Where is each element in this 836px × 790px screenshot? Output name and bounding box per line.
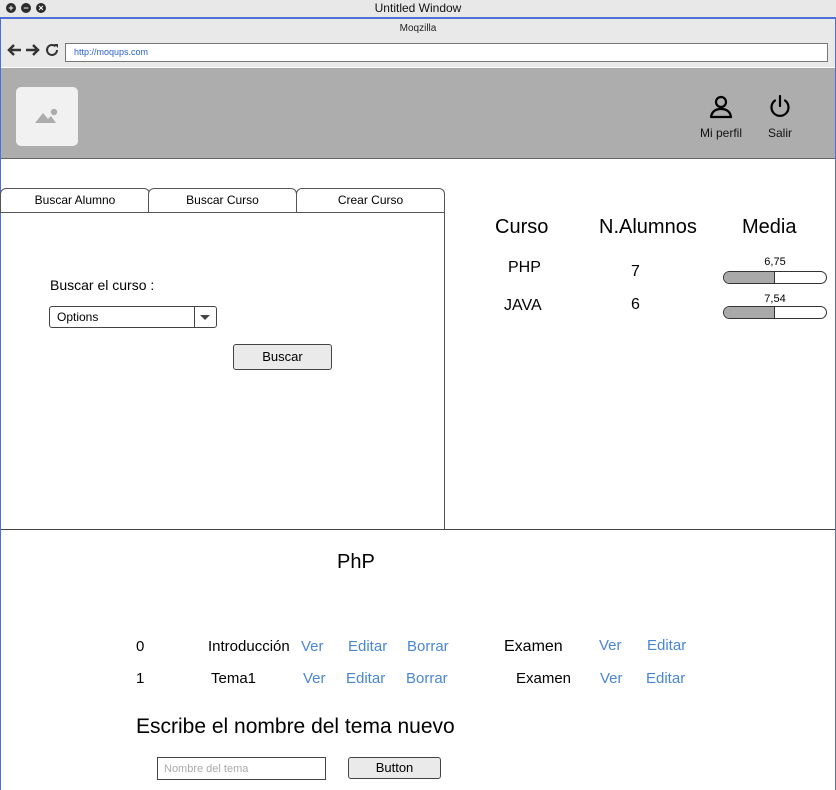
profile-label: Mi perfil [699,126,742,140]
topic-view-link[interactable]: Ver [303,670,326,687]
topic-name: Tema1 [211,670,257,687]
exam-view-link[interactable]: Ver [599,637,622,654]
exam-edit-link[interactable]: Editar [647,637,686,654]
topic-delete-link[interactable]: Borrar [406,670,448,687]
average-value-java: 7,54 [764,293,786,305]
select-dropdown-button[interactable] [194,307,216,327]
logout-button[interactable]: Salir [750,94,810,140]
logo-image-placeholder [16,87,78,146]
tab-crear-curso[interactable]: Crear Curso [296,188,445,212]
exam-edit-link[interactable]: Editar [646,670,685,687]
new-topic-heading: Escribe el nombre del tema nuevo [136,715,455,738]
tab-buscar-curso[interactable]: Buscar Curso [148,188,297,212]
average-bar-php [723,271,827,284]
select-value: Options [57,310,99,324]
topic-index: 0 [136,638,145,655]
stats-course-php: PHP [508,259,541,276]
chevron-down-icon [200,315,210,320]
topic-name: Introducción [208,638,290,655]
stats-students-php: 7 [631,263,640,280]
stats-course-java: JAVA [504,297,542,314]
average-value-php: 6,75 [764,256,786,268]
back-arrow-icon[interactable] [6,42,22,62]
exam-label: Examen [504,638,563,655]
tab-panel [0,212,445,530]
browser-name: Moqzilla [399,23,437,34]
power-icon [770,94,790,117]
exam-label: Examen [516,670,572,687]
profile-button[interactable]: Mi perfil [691,95,751,140]
url-bar[interactable]: http://moqups.com [65,43,828,62]
average-bar-java [723,306,827,319]
average-bar-fill [724,272,775,283]
logout-label: Salir [767,126,792,140]
stats-header-students: N.Alumnos [599,216,697,238]
window-title: Untitled Window [374,1,462,15]
user-icon [709,95,733,119]
stats-header-course: Curso [495,216,549,238]
topic-index: 1 [136,670,145,687]
average-bar-fill [724,307,775,318]
search-button[interactable]: Buscar [233,344,332,370]
forward-arrow-icon[interactable] [25,42,41,62]
topic-edit-link[interactable]: Editar [346,670,385,687]
stats-students-java: 6 [631,296,640,313]
course-select[interactable]: Options [49,306,217,328]
topic-edit-link[interactable]: Editar [348,638,387,655]
image-icon [35,108,58,123]
course-title: PhP [337,551,375,573]
reload-icon[interactable] [45,42,60,62]
app-header: Mi perfil Salir [1,68,835,159]
topic-view-link[interactable]: Ver [301,638,324,655]
stats-header-average: Media [742,216,797,238]
exam-view-link[interactable]: Ver [600,670,623,687]
section-divider [1,529,835,530]
tab-buscar-alumno[interactable]: Buscar Alumno [0,188,150,212]
topic-name-input[interactable] [157,757,326,780]
add-topic-button[interactable]: Button [348,757,441,779]
url-text: http://moqups.com [74,47,149,57]
search-course-label: Buscar el curso : [50,277,155,293]
topic-delete-link[interactable]: Borrar [407,638,449,655]
